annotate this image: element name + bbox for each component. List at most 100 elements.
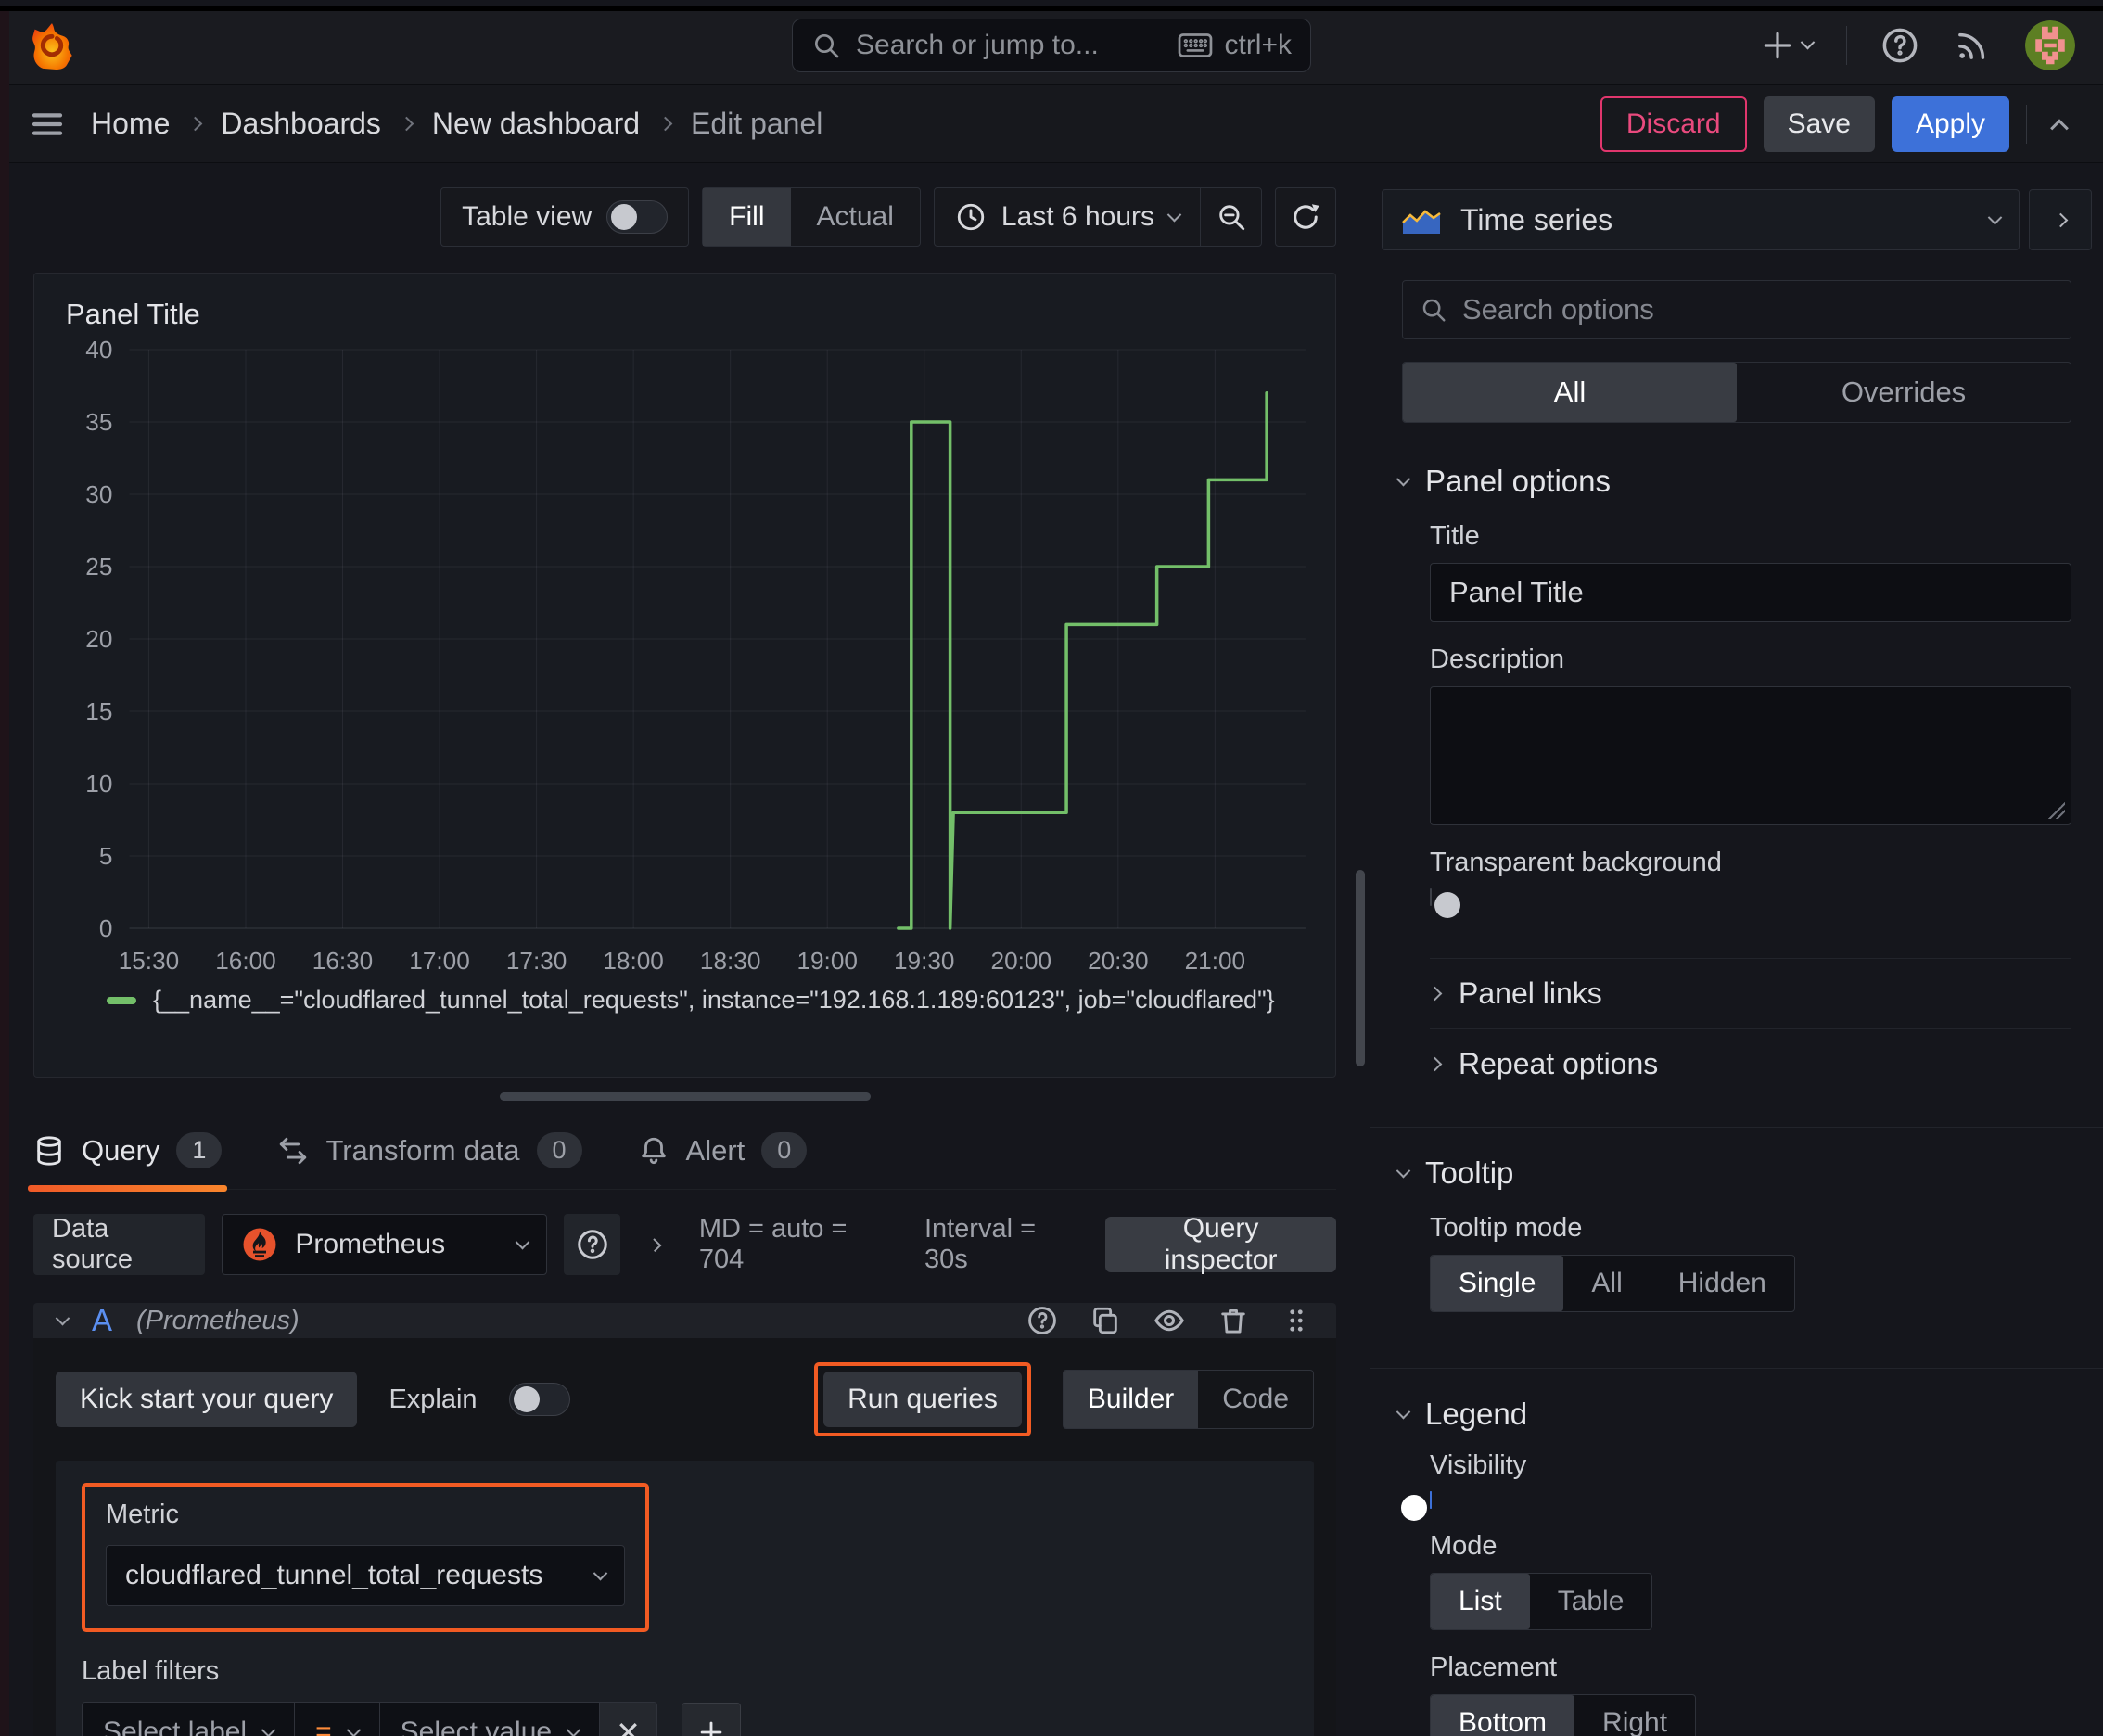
code-option[interactable]: Code: [1198, 1371, 1313, 1428]
builder-code-toggle: Builder Code: [1062, 1370, 1314, 1429]
svg-text:25: 25: [85, 553, 112, 581]
collapse-query-icon[interactable]: [55, 1310, 70, 1325]
options-expander-icon[interactable]: [648, 1237, 663, 1252]
tab-query[interactable]: Query 1: [27, 1132, 228, 1192]
datasource-picker[interactable]: Prometheus: [222, 1214, 548, 1275]
query-inspector-button[interactable]: Query inspector: [1105, 1213, 1336, 1275]
svg-text:21:00: 21:00: [1185, 947, 1245, 975]
svg-text:18:00: 18:00: [603, 947, 663, 975]
legend-placement-bottom[interactable]: Bottom: [1431, 1695, 1575, 1736]
fill-option[interactable]: Fill: [703, 188, 791, 246]
select-label-dropdown[interactable]: Select label: [83, 1703, 295, 1736]
svg-text:19:30: 19:30: [894, 947, 954, 975]
panel-options-title: Panel options: [1425, 464, 1611, 498]
builder-option[interactable]: Builder: [1063, 1371, 1199, 1428]
panel-preview: Panel Title 0 5 10 15 20 25 30 35 40 15:30 16:00 16…: [33, 273, 1336, 1078]
discard-button[interactable]: Discard: [1600, 96, 1747, 152]
remove-filter-button[interactable]: ✕: [599, 1703, 657, 1736]
label-filter-row: Select label = Select value ✕: [82, 1702, 658, 1736]
tab-transform-data[interactable]: Transform data 0: [277, 1132, 582, 1189]
kick-start-query-button[interactable]: Kick start your query: [56, 1372, 358, 1427]
legend-swatch[interactable]: [107, 996, 136, 1004]
table-view-toggle[interactable]: [606, 200, 669, 234]
search-icon: [1420, 296, 1447, 324]
scrollbar-thumb[interactable]: [1356, 870, 1365, 1066]
panel-links-section[interactable]: Panel links: [1427, 958, 2071, 1028]
breadcrumb-home[interactable]: Home: [91, 107, 170, 141]
metric-label: Metric: [106, 1500, 179, 1529]
chevron-right-icon: [188, 116, 203, 132]
search-options-input[interactable]: Search options: [1402, 280, 2071, 339]
svg-text:15: 15: [85, 697, 112, 725]
svg-text:10: 10: [85, 770, 112, 798]
operator-dropdown[interactable]: =: [294, 1703, 379, 1736]
hamburger-menu-icon[interactable]: [28, 105, 67, 144]
tab-alert[interactable]: Alert 0: [638, 1132, 808, 1189]
search-placeholder: Search or jump to...: [856, 29, 1099, 60]
tooltip-all-option[interactable]: All: [1563, 1256, 1650, 1311]
datasource-help-button[interactable]: [564, 1214, 621, 1275]
window-edge-top: [0, 6, 2103, 11]
tab-overrides[interactable]: Overrides: [1737, 363, 2071, 422]
panel-options-sidebar: Time series Search options All Overrides…: [1370, 163, 2103, 1736]
query-help-icon[interactable]: [1026, 1305, 1058, 1336]
explain-toggle[interactable]: [508, 1383, 570, 1416]
actual-option[interactable]: Actual: [791, 188, 920, 246]
help-button[interactable]: [1880, 26, 1919, 65]
zoom-out-button[interactable]: [1200, 188, 1261, 246]
description-textarea[interactable]: [1430, 686, 2071, 825]
breadcrumb: Home Dashboards New dashboard Edit panel: [91, 107, 822, 141]
breadcrumb-new-dashboard[interactable]: New dashboard: [432, 107, 640, 141]
table-view-toggle-group: Table view: [440, 187, 690, 247]
new-menu-button[interactable]: [1760, 28, 1816, 63]
tooltip-single-option[interactable]: Single: [1431, 1256, 1564, 1311]
legend-mode-list[interactable]: List: [1431, 1574, 1530, 1629]
news-rss-button[interactable]: [1953, 26, 1992, 65]
user-avatar[interactable]: [2025, 19, 2075, 70]
search-shortcut: ctrl+k: [1224, 29, 1292, 60]
legend-placement-group: Bottom Right: [1430, 1694, 1697, 1736]
panel-resize-handle[interactable]: [499, 1092, 871, 1101]
fill-actual-group: Fill Actual: [702, 187, 921, 247]
table-view-label: Table view: [462, 201, 593, 232]
global-search-input[interactable]: Search or jump to... ctrl+k: [792, 18, 1311, 72]
drag-handle-icon[interactable]: [1281, 1305, 1312, 1336]
panel-options-heading[interactable]: Panel options: [1396, 464, 2071, 499]
legend-visibility-toggle[interactable]: [1401, 1491, 1432, 1521]
run-queries-button[interactable]: Run queries: [823, 1372, 1022, 1427]
breadcrumb-dashboards[interactable]: Dashboards: [221, 107, 381, 141]
legend-label[interactable]: {__name__="cloudflared_tunnel_total_requ…: [153, 986, 1275, 1015]
visibility-label: Visibility: [1430, 1450, 1527, 1480]
toggle-visibility-icon[interactable]: [1153, 1304, 1186, 1337]
apply-button[interactable]: Apply: [1891, 96, 2009, 152]
legend-mode-table[interactable]: Table: [1530, 1574, 1652, 1629]
legend-placement-right[interactable]: Right: [1574, 1695, 1695, 1736]
time-range-picker[interactable]: Last 6 hours: [935, 188, 1200, 246]
svg-text:15:30: 15:30: [119, 947, 179, 975]
repeat-options-section[interactable]: Repeat options: [1427, 1028, 2071, 1099]
chevron-down-icon: [1166, 207, 1182, 222]
query-row-header[interactable]: A (Prometheus): [33, 1303, 1336, 1338]
grafana-logo-icon[interactable]: [28, 21, 76, 70]
tooltip-hidden-option[interactable]: Hidden: [1651, 1256, 1794, 1311]
delete-query-icon[interactable]: [1217, 1305, 1249, 1336]
add-filter-button[interactable]: [682, 1703, 742, 1736]
open-viz-list-button[interactable]: [2029, 189, 2092, 250]
label-filters-label: Label filters: [82, 1656, 220, 1686]
legend-heading[interactable]: Legend: [1396, 1397, 2071, 1432]
select-value-dropdown[interactable]: Select value: [378, 1703, 600, 1736]
tab-all[interactable]: All: [1403, 363, 1737, 422]
transparent-background-toggle[interactable]: [1430, 888, 1460, 918]
resize-grip-icon[interactable]: [2048, 802, 2065, 819]
chevron-up-icon[interactable]: [2050, 118, 2069, 137]
visualization-picker[interactable]: Time series: [1382, 189, 2020, 250]
metric-select[interactable]: cloudflared_tunnel_total_requests: [106, 1545, 625, 1606]
refresh-button[interactable]: [1275, 187, 1336, 247]
duplicate-query-icon[interactable]: [1090, 1305, 1121, 1336]
chart-legend: {__name__="cloudflared_tunnel_total_requ…: [55, 986, 1315, 1015]
panel-title-input[interactable]: Panel Title: [1430, 563, 2071, 622]
datasource-name: Prometheus: [295, 1229, 446, 1259]
tooltip-heading[interactable]: Tooltip: [1396, 1155, 2071, 1191]
time-series-chart[interactable]: 0 5 10 15 20 25 30 35 40 15:30 16:00 16:30 17:00 17:3…: [55, 335, 1315, 984]
save-button[interactable]: Save: [1763, 96, 1875, 152]
